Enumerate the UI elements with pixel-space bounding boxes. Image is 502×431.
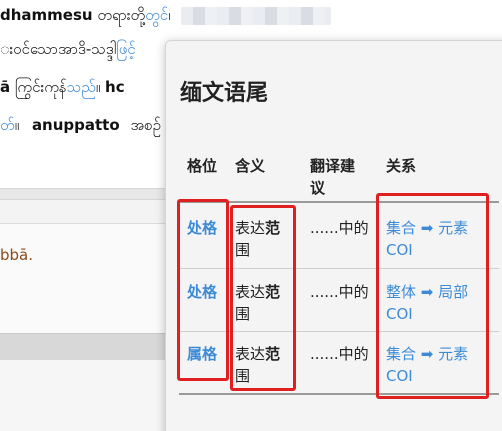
- burmese-link[interactable]: တ်: [0, 116, 15, 134]
- burmese-punct: ။: [95, 78, 101, 96]
- case-link[interactable]: 处格: [187, 281, 217, 303]
- meaning-text: 表达: [235, 219, 266, 237]
- translation-cell: ......中的: [310, 283, 369, 301]
- case-link[interactable]: 属格: [187, 343, 217, 365]
- background-line-3: ā ကြွင်းကုန်သည်။ hc: [0, 78, 125, 100]
- background-line-2: းဝင်သောအာဒိ-သဒ္ဒါဖြင့်: [0, 40, 136, 62]
- relation-line-1[interactable]: 集合 ➡ 元素: [386, 343, 468, 365]
- burmese-text: းဝင်သောအာဒိ-သဒ္ဒါ: [0, 40, 117, 58]
- row-divider: [179, 268, 499, 269]
- header-translation: 翻译建 议: [310, 155, 355, 199]
- case-link[interactable]: 处格: [187, 217, 217, 239]
- meaning-text-line-2: 围: [235, 241, 251, 259]
- burmese-link[interactable]: တွင်: [145, 6, 168, 24]
- meaning-text: 表达: [235, 283, 266, 301]
- popup-title: 缅文语尾: [180, 81, 269, 106]
- translation-cell: ......中的: [310, 345, 369, 363]
- header-translation-line-1: 翻译建: [310, 157, 356, 175]
- redacted-text: [181, 6, 332, 25]
- burmese-punct: ။: [14, 116, 20, 134]
- relation-line-2[interactable]: COI: [386, 303, 468, 325]
- burmese-text: ကြွင်းကုန်: [14, 78, 67, 96]
- background-line-4: တ်။ anuppatto အစဉ်: [0, 116, 161, 138]
- table-bottom-border: [179, 393, 499, 395]
- meaning-text-line-2: 围: [235, 305, 251, 323]
- meaning-text-line-2: 围: [235, 367, 251, 385]
- relation-link[interactable]: 整体 ➡ 局部 COI: [386, 281, 468, 325]
- pali-word: anuppatto: [31, 116, 120, 134]
- relation-line-2[interactable]: COI: [386, 365, 468, 387]
- row-divider: [179, 331, 499, 332]
- meaning-bold: 范: [265, 219, 281, 237]
- meaning-cell: 表达范 围: [235, 217, 280, 261]
- meaning-text: 表达: [235, 345, 266, 363]
- translation-cell: ......中的: [310, 219, 369, 237]
- header-translation-line-2: 议: [310, 179, 326, 197]
- pali-word: ā: [0, 78, 11, 96]
- relation-link[interactable]: 集合 ➡ 元素 COI: [386, 343, 468, 387]
- meaning-bold: 范: [265, 283, 281, 301]
- pali-word: hc: [105, 78, 125, 96]
- pali-word: dhammesu: [0, 6, 93, 24]
- header-meaning: 含义: [235, 157, 266, 175]
- panel-text: bbā.: [0, 246, 34, 264]
- relation-line-1[interactable]: 整体 ➡ 局部: [386, 281, 468, 303]
- header-divider: [179, 201, 499, 203]
- relation-line-1[interactable]: 集合 ➡ 元素: [386, 217, 468, 239]
- suffix-table: 格位 含义 翻译建 议 关系 处格 表达范 围 ......中的 集合 ➡ 元素…: [179, 145, 499, 431]
- background-line-1: dhammesu တရားတို့တွင်၊: [0, 6, 332, 28]
- header-case: 格位: [187, 157, 218, 175]
- suffix-popup: 缅文语尾 格位 含义 翻译建 议 关系 处格 表达范 围 ......中的 集合…: [165, 40, 502, 431]
- burmese-text: တရားတို့: [97, 6, 146, 24]
- burmese-text: အစဉ်: [130, 116, 161, 134]
- meaning-bold: 范: [265, 345, 281, 363]
- burmese-punct: ၊: [168, 6, 171, 24]
- relation-line-2[interactable]: COI: [386, 239, 468, 261]
- burmese-link[interactable]: သည်: [67, 78, 96, 96]
- meaning-cell: 表达范 围: [235, 281, 280, 325]
- header-relation: 关系: [386, 157, 417, 175]
- burmese-link[interactable]: ဖြင့်: [116, 40, 135, 58]
- screen: dhammesu တရားတို့တွင်၊ းဝင်သောအာဒိ-သဒ္ဒါ…: [0, 0, 502, 431]
- meaning-cell: 表达范 围: [235, 343, 280, 387]
- relation-link[interactable]: 集合 ➡ 元素 COI: [386, 217, 468, 261]
